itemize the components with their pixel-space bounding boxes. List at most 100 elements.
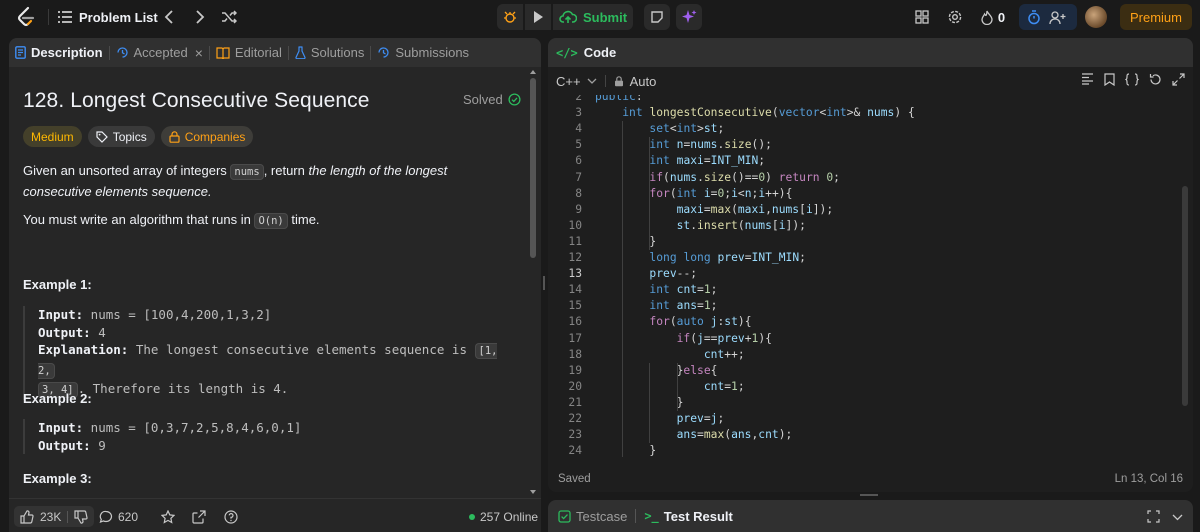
- line-number: 2: [575, 95, 582, 103]
- code-line[interactable]: 24 }: [548, 443, 1188, 457]
- help-button[interactable]: [224, 506, 238, 527]
- comment-icon: [99, 510, 113, 523]
- tab-editorial[interactable]: Editorial: [210, 38, 288, 67]
- code-text: int longestConsecutive(vector<int>& nums…: [622, 106, 915, 120]
- run-button[interactable]: [525, 4, 551, 30]
- prev-problem-button[interactable]: [158, 6, 180, 28]
- close-icon[interactable]: ×: [195, 45, 203, 61]
- auto-label: Auto: [629, 73, 657, 89]
- output-value: 9: [90, 437, 106, 453]
- thumbs-down-icon[interactable]: [74, 509, 88, 524]
- code-text: ans=max(ans,cnt);: [676, 428, 793, 442]
- code-line[interactable]: 17 if(j==prev+1){: [548, 331, 1188, 347]
- code-line[interactable]: 3 int longestConsecutive(vector<int>& nu…: [548, 105, 1188, 121]
- example-block: Input: nums = [100,4,200,1,3,2] Output: …: [23, 306, 513, 400]
- input-label: Input:: [38, 420, 84, 435]
- tab-test-result[interactable]: >_ Test Result: [644, 500, 733, 532]
- stopwatch-icon[interactable]: [1027, 9, 1041, 25]
- chevron-down-icon: [587, 78, 597, 84]
- complexity-requirement: You must write an algorithm that runs in…: [23, 210, 513, 231]
- shuffle-icon: [222, 10, 237, 24]
- code-line[interactable]: 6 int maxi=INT_MIN;: [548, 153, 1188, 169]
- external-link-icon: [192, 509, 206, 524]
- thumbs-up-icon[interactable]: [20, 509, 34, 524]
- code-line[interactable]: 8 for(int i=0;i<n;i++){: [548, 186, 1188, 202]
- reset-icon[interactable]: [1149, 73, 1162, 86]
- code-line[interactable]: 21 }: [548, 395, 1188, 411]
- code-line[interactable]: 14 int cnt=1;: [548, 282, 1188, 298]
- topics-button[interactable]: Topics: [87, 126, 155, 147]
- tab-accepted[interactable]: Accepted ×: [110, 38, 209, 67]
- cloud-upload-icon: [559, 10, 577, 23]
- code-line[interactable]: 20 cnt=1;: [548, 379, 1188, 395]
- comments-button[interactable]: 620: [99, 506, 138, 527]
- code-line[interactable]: 5 int n=nums.size();: [548, 137, 1188, 153]
- code-editor[interactable]: 2 public: 3 int longestConsecutive(vector<…: [548, 95, 1193, 457]
- code-icon: </>: [556, 45, 578, 60]
- avatar[interactable]: [1085, 6, 1107, 28]
- expand-icon[interactable]: [1172, 73, 1185, 86]
- editor-scrollbar[interactable]: [1182, 186, 1188, 406]
- streak-counter[interactable]: 0: [976, 4, 1010, 30]
- code-line[interactable]: 18 cnt++;: [548, 347, 1188, 363]
- language-select[interactable]: C++: [556, 74, 597, 89]
- code-line[interactable]: 2 public:: [548, 95, 1188, 105]
- code-line[interactable]: 7 if(nums.size()==0) return 0;: [548, 170, 1188, 186]
- line-number: 23: [568, 428, 582, 442]
- chevron-down-icon[interactable]: [1172, 514, 1183, 521]
- bookmark-icon[interactable]: [1104, 73, 1115, 86]
- code-line[interactable]: 19 }else{: [548, 363, 1188, 379]
- tab-description-label: Description: [31, 45, 103, 60]
- line-number: 11: [568, 234, 582, 248]
- code-line[interactable]: 22 prev=j;: [548, 411, 1188, 427]
- panel-resize-handle[interactable]: [543, 276, 545, 290]
- scroll-down-arrow[interactable]: [530, 490, 536, 494]
- problem-tags: Medium Topics Companies: [23, 126, 254, 147]
- next-problem-button[interactable]: [189, 6, 211, 28]
- code-line[interactable]: 4 set<int>st;: [548, 121, 1188, 137]
- format-align-icon[interactable]: [1081, 73, 1094, 85]
- example-heading: Example 3:: [23, 471, 92, 486]
- explanation-text: . Therefore its length is 4.: [77, 381, 289, 396]
- random-problem-button[interactable]: [218, 6, 240, 28]
- list-icon: [58, 11, 72, 23]
- ai-assist-button[interactable]: [676, 4, 702, 30]
- code-line[interactable]: 11 }: [548, 234, 1188, 250]
- settings-button[interactable]: [943, 4, 967, 30]
- tab-submissions-label: Submissions: [395, 45, 470, 60]
- leetcode-logo-icon[interactable]: [14, 5, 38, 29]
- tab-testcase[interactable]: Testcase: [558, 500, 627, 532]
- code-line[interactable]: 13 prev--;: [548, 266, 1188, 282]
- tab-solutions[interactable]: Solutions: [289, 38, 370, 67]
- line-number: 6: [575, 154, 582, 168]
- submit-button[interactable]: Submit: [553, 4, 633, 30]
- auto-mode-toggle[interactable]: Auto: [614, 73, 657, 89]
- panel-resize-handle[interactable]: [860, 494, 878, 496]
- code-line[interactable]: 23 ans=max(ans,cnt);: [548, 427, 1188, 443]
- favorite-button[interactable]: [161, 506, 175, 527]
- share-button[interactable]: [192, 506, 206, 527]
- book-icon: [216, 46, 230, 59]
- flask-icon: [295, 46, 306, 59]
- code-line[interactable]: 16 for(auto j:st){: [548, 314, 1188, 330]
- tab-submissions[interactable]: Submissions: [371, 38, 475, 67]
- add-friend-icon[interactable]: [1049, 10, 1067, 25]
- tab-description[interactable]: Description: [9, 38, 109, 67]
- description-scrollbar[interactable]: [530, 78, 536, 258]
- code-line[interactable]: 15 int ans=1;: [548, 298, 1188, 314]
- problem-list-label: Problem List: [79, 9, 158, 25]
- layout-button[interactable]: [910, 4, 934, 30]
- expand-icon[interactable]: [1147, 510, 1160, 523]
- code-line[interactable]: 10 st.insert(nums[i]);: [548, 218, 1188, 234]
- divider: [604, 75, 606, 87]
- companies-button[interactable]: Companies: [160, 126, 254, 147]
- scroll-up-arrow[interactable]: [530, 70, 536, 74]
- notes-button[interactable]: [644, 4, 670, 30]
- braces-icon[interactable]: [1125, 73, 1139, 86]
- problem-list-button[interactable]: Problem List: [58, 6, 158, 28]
- debug-button[interactable]: [497, 4, 523, 30]
- code-line[interactable]: 9 maxi=max(maxi,nums[i]);: [548, 202, 1188, 218]
- code-line[interactable]: 12 long long prev=INT_MIN;: [548, 250, 1188, 266]
- premium-button[interactable]: Premium: [1120, 4, 1192, 30]
- code-text: set<int>st;: [649, 122, 725, 136]
